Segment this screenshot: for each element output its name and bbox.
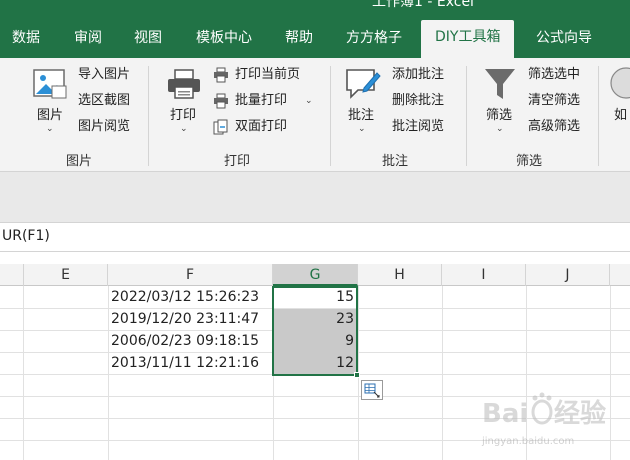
- batch-print-button[interactable]: 批量打印 ⌄: [213, 90, 323, 112]
- selection-border: [272, 286, 358, 376]
- title-bar: 工作簿1 - Excel: [0, 0, 630, 14]
- cell-f2[interactable]: 2019/12/20 23:11:47: [111, 308, 273, 330]
- cut-off-label: 如: [614, 108, 628, 123]
- ribbon-tabs: 数据 审阅 视图 模板中心 帮助 方方格子 DIY工具箱 公式向导: [0, 14, 630, 58]
- group-separator: [330, 66, 331, 166]
- cell-f3[interactable]: 2006/02/23 09:18:15: [111, 330, 273, 352]
- avatar-icon: [610, 67, 630, 99]
- cell-f1[interactable]: 2022/03/12 15:26:23: [111, 286, 273, 308]
- import-picture-button[interactable]: 导入图片: [78, 64, 130, 86]
- column-header-h[interactable]: H: [358, 264, 442, 286]
- print-main-label: 打印: [170, 108, 197, 123]
- clear-filter-button[interactable]: 清空筛选: [528, 90, 580, 112]
- quick-analysis-button[interactable]: [361, 380, 383, 400]
- duplex-print-icon: [213, 119, 228, 135]
- print-main-button[interactable]: 打印 ⌄: [162, 64, 208, 134]
- column-header-e[interactable]: E: [24, 264, 108, 286]
- picture-viewer-button[interactable]: 图片阅览: [78, 116, 130, 138]
- duplex-print-label: 双面打印: [235, 119, 288, 134]
- print-group-label: 打印: [224, 154, 251, 169]
- chevron-down-icon: ⌄: [358, 124, 366, 134]
- print-page-icon: [214, 67, 228, 83]
- fill-handle[interactable]: [354, 372, 360, 378]
- formula-bar[interactable]: UR(F1): [0, 222, 630, 252]
- formula-text[interactable]: UR(F1): [2, 228, 50, 244]
- corner-cell: [0, 264, 24, 286]
- baidu-logo-icon: Bai 经验: [482, 392, 606, 429]
- tab-diy-toolbox[interactable]: DIY工具箱: [421, 20, 515, 58]
- column-header-f[interactable]: F: [108, 264, 273, 286]
- column-headers: E F G H I J: [0, 264, 630, 286]
- group-separator: [598, 66, 599, 166]
- batch-print-icon: [214, 93, 228, 109]
- chevron-down-icon: ⌄: [180, 124, 188, 134]
- tab-template-center[interactable]: 模板中心: [196, 26, 252, 50]
- tab-fangfang[interactable]: 方方格子: [346, 26, 402, 50]
- cut-off-button[interactable]: 如: [608, 64, 630, 134]
- filter-group-label: 筛选: [516, 154, 543, 169]
- filter-main-button[interactable]: 筛选 ⌄: [478, 64, 524, 134]
- watermark: Bai 经验 jingyan.baidu.com: [470, 388, 630, 460]
- group-separator: [466, 66, 467, 166]
- gridline: [108, 286, 109, 460]
- chevron-down-icon: ⌄: [305, 96, 313, 106]
- delete-comment-button[interactable]: 删除批注: [392, 90, 444, 112]
- comment-group-label: 批注: [382, 154, 409, 169]
- gridline: [442, 286, 443, 460]
- duplex-print-button[interactable]: 双面打印: [213, 116, 323, 138]
- column-header-j[interactable]: J: [526, 264, 610, 286]
- tab-help[interactable]: 帮助: [285, 26, 313, 50]
- quick-analysis-icon: [364, 383, 380, 398]
- gridline: [23, 286, 24, 460]
- tab-review[interactable]: 审阅: [74, 26, 102, 50]
- picture-icon: [33, 69, 67, 99]
- region-screenshot-button[interactable]: 选区截图: [78, 90, 130, 112]
- window-title: 工作簿1 - Excel: [372, 0, 474, 10]
- printer-icon: [168, 69, 200, 99]
- spacer: [0, 252, 630, 264]
- tab-data[interactable]: 数据: [12, 26, 40, 50]
- comment-icon: [346, 69, 381, 99]
- cell-f4[interactable]: 2013/11/11 12:21:16: [111, 352, 273, 374]
- watermark-url: jingyan.baidu.com: [482, 436, 575, 447]
- chevron-down-icon: ⌄: [496, 124, 504, 134]
- ribbon-collapsed-area: [0, 172, 630, 222]
- tab-formula-wizard[interactable]: 公式向导: [536, 26, 592, 50]
- svg-text:Bai: Bai: [482, 399, 528, 429]
- advanced-filter-button[interactable]: 高级筛选: [528, 116, 580, 138]
- picture-main-button[interactable]: 图片 ⌄: [26, 64, 76, 134]
- svg-text:经验: 经验: [554, 398, 606, 429]
- column-header-g[interactable]: G: [273, 264, 358, 286]
- picture-group-label: 图片: [66, 154, 93, 169]
- print-current-page-label: 打印当前页: [235, 67, 301, 82]
- funnel-icon: [485, 69, 515, 99]
- tab-view[interactable]: 视图: [134, 26, 162, 50]
- comment-main-button[interactable]: 批注 ⌄: [340, 64, 386, 134]
- ribbon: 图片 ⌄ 导入图片 选区截图 图片阅览 图片 打印 ⌄ 打印当前页 批量打印 ⌄…: [0, 58, 630, 172]
- print-current-page-button[interactable]: 打印当前页: [213, 64, 323, 86]
- comment-main-label: 批注: [348, 108, 375, 123]
- picture-main-label: 图片: [37, 108, 64, 123]
- group-separator: [148, 66, 149, 166]
- filter-selected-button[interactable]: 筛选选中: [528, 64, 580, 86]
- filter-main-label: 筛选: [486, 108, 513, 123]
- batch-print-label: 批量打印: [235, 93, 288, 108]
- comment-viewer-button[interactable]: 批注阅览: [392, 116, 444, 138]
- add-comment-button[interactable]: 添加批注: [392, 64, 444, 86]
- column-header-i[interactable]: I: [442, 264, 526, 286]
- chevron-down-icon: ⌄: [46, 124, 54, 134]
